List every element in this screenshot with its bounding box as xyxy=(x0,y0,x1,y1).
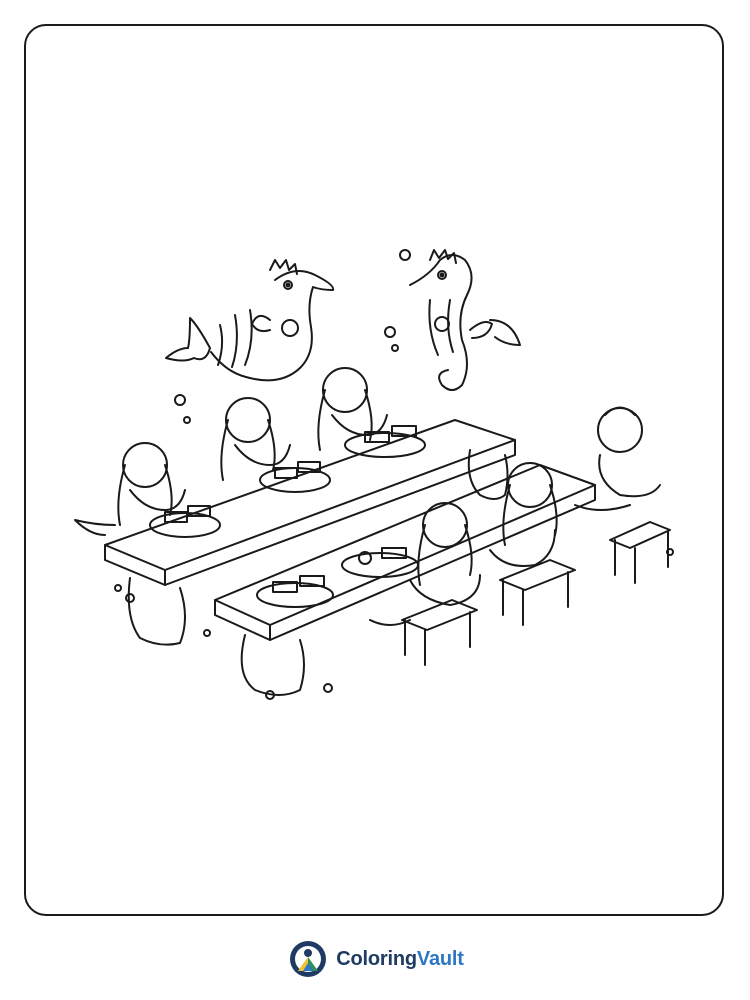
brand-name-coloring: Coloring xyxy=(336,947,417,970)
merman-boy-icon xyxy=(574,406,661,511)
coloring-illustration xyxy=(70,240,680,710)
seahorse-left-icon xyxy=(165,259,335,382)
bubbles-icon xyxy=(114,249,674,700)
mermaid-girl-5-icon xyxy=(489,462,558,567)
back-table-icon xyxy=(104,419,516,646)
coloringvault-logo-icon xyxy=(290,941,327,977)
mermaid-girl-4-icon xyxy=(369,502,481,626)
seahorse-right-icon xyxy=(409,249,521,391)
stools-icon xyxy=(401,521,671,666)
front-table-icon xyxy=(214,464,596,696)
brand-footer: ColoringVault xyxy=(0,934,750,984)
brand-name: ColoringVault xyxy=(336,947,464,971)
brand-name-vault: Vault xyxy=(416,947,464,970)
